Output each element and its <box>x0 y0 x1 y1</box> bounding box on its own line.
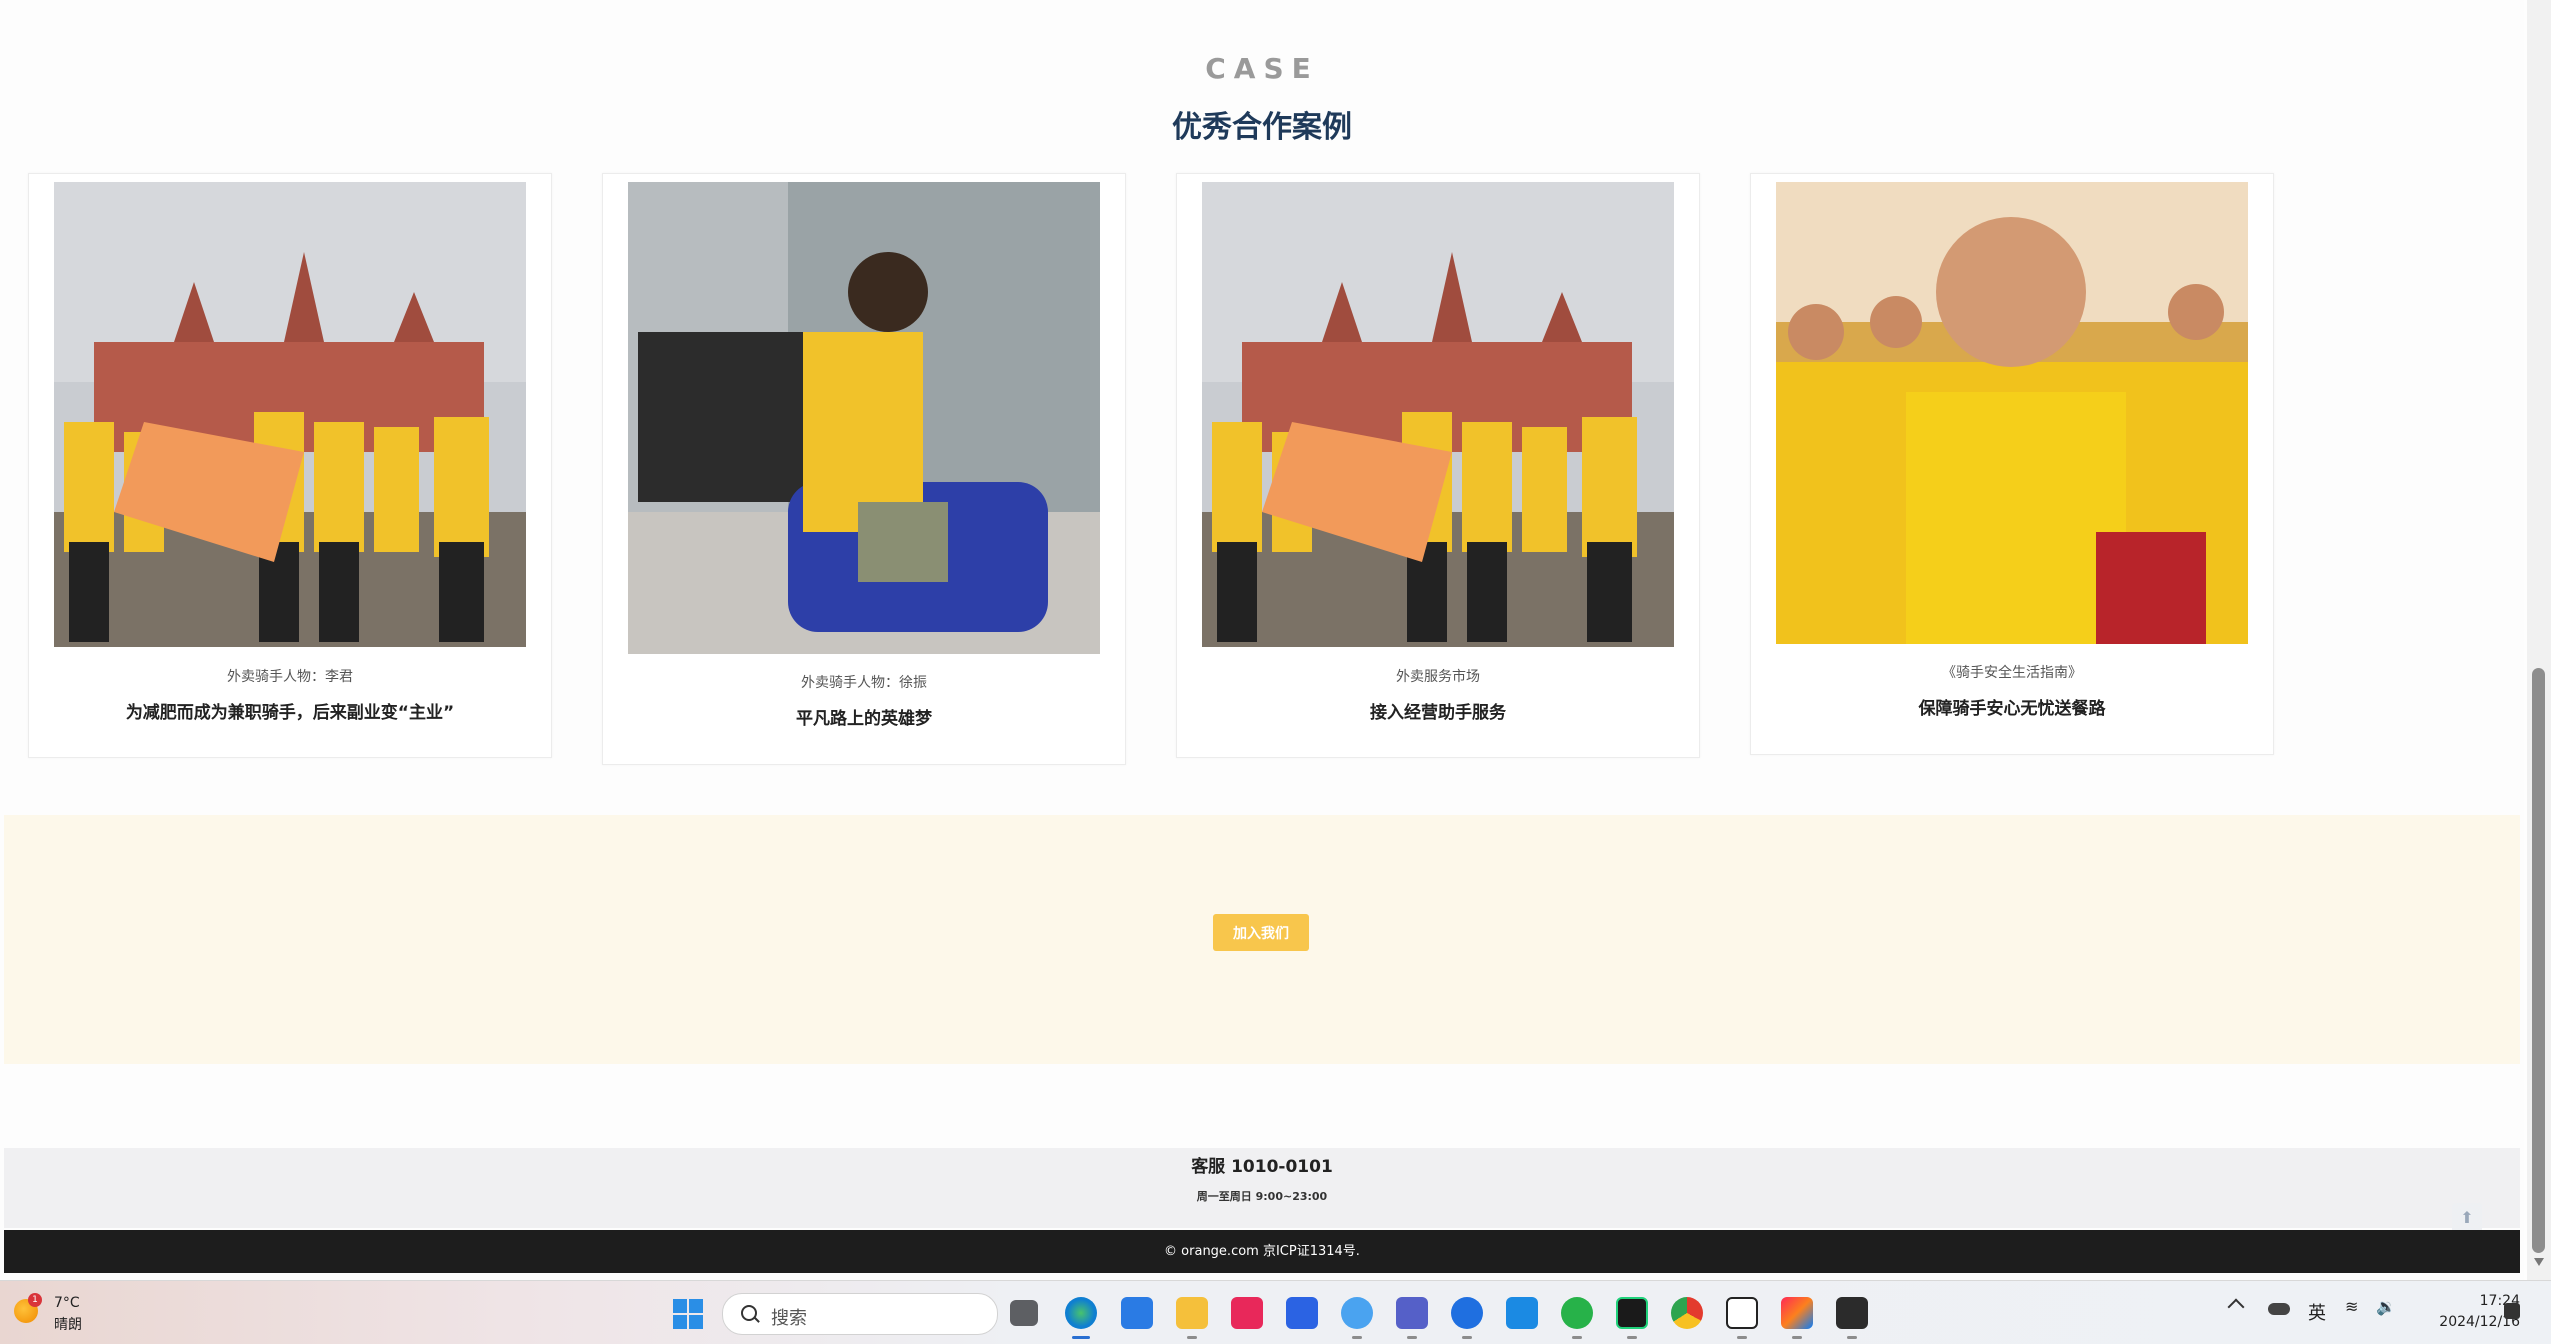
task-view-icon[interactable] <box>1010 1300 1038 1326</box>
notification-center-icon[interactable] <box>2504 1303 2520 1319</box>
typora-icon[interactable] <box>1726 1297 1758 1329</box>
edge-dev-icon[interactable] <box>1451 1297 1483 1329</box>
volume-icon[interactable]: 🔉 <box>2376 1297 2396 1316</box>
pycharm-running-indicator <box>1627 1336 1637 1339</box>
chrome-icon[interactable] <box>1671 1297 1703 1329</box>
case-card-1[interactable]: 外卖骑手人物：李君 为减肥而成为兼职骑手，后来副业变“主业” <box>28 173 552 758</box>
weather-temperature: 7°C <box>54 1295 80 1311</box>
netdisk-running-indicator <box>1352 1336 1362 1339</box>
feishu-icon[interactable] <box>1286 1297 1318 1329</box>
terminal-icon[interactable] <box>1836 1297 1868 1329</box>
explorer-running-indicator <box>1187 1336 1197 1339</box>
case-card-4[interactable]: 《骑手安全生活指南》 保障骑手安心无忧送餐路 <box>1750 173 2274 755</box>
service-phone: 客服 1010-0101 <box>1191 1157 1333 1177</box>
service-hours: 周一至周日 9:00~23:00 <box>1196 1190 1328 1203</box>
case-subtitle-2: 外卖骑手人物：徐振 <box>801 675 927 691</box>
store-icon[interactable] <box>1121 1297 1153 1329</box>
notification-badge: 1 <box>28 1293 42 1307</box>
weather-widget[interactable]: 1 7°C 晴朗 <box>14 1293 94 1333</box>
input-method-indicator[interactable]: 英 <box>2308 1299 2326 1325</box>
teams-icon[interactable] <box>1396 1297 1428 1329</box>
taskbar-search-box[interactable]: 搜索 <box>722 1293 998 1335</box>
edge-dev-running-indicator <box>1462 1336 1472 1339</box>
case-image-4[interactable] <box>1776 182 2248 644</box>
arrow-up-icon: ⬆ <box>2460 1208 2474 1227</box>
scrollbar-thumb[interactable] <box>2532 668 2545 1253</box>
onedrive-cloud-icon[interactable] <box>2268 1303 2290 1315</box>
start-button[interactable] <box>673 1299 703 1329</box>
weather-condition: 晴朗 <box>54 1317 82 1333</box>
teams-running-indicator <box>1407 1336 1417 1339</box>
back-to-top-button[interactable]: ⬆ <box>2452 1203 2482 1233</box>
case-card-2[interactable]: 外卖骑手人物：徐振 平凡路上的英雄梦 <box>602 173 1126 765</box>
search-placeholder: 搜索 <box>771 1308 807 1329</box>
case-card-3[interactable]: 外卖服务市场 接入经营助手服务 <box>1176 173 1700 758</box>
wifi-icon[interactable]: ≋ <box>2345 1297 2367 1319</box>
case-title-4[interactable]: 保障骑手安心无忧送餐路 <box>1751 694 2273 719</box>
chevron-up-icon[interactable] <box>2227 1298 2245 1316</box>
pycharm-icon[interactable] <box>1616 1297 1648 1329</box>
case-image-2[interactable] <box>628 182 1100 654</box>
wechat-running-indicator <box>1572 1336 1582 1339</box>
intellij-icon[interactable] <box>1781 1297 1813 1329</box>
typora-running-indicator <box>1737 1336 1747 1339</box>
footer: © orange.com 京ICP证1314号. <box>4 1230 2520 1273</box>
case-image-3[interactable] <box>1202 182 1674 647</box>
intellij-running-indicator <box>1792 1336 1802 1339</box>
section-eyebrow: CASE <box>1205 52 1319 85</box>
edge-icon[interactable] <box>1065 1297 1097 1329</box>
file-explorer-icon[interactable] <box>1176 1297 1208 1329</box>
case-subtitle-4: 《骑手安全生活指南》 <box>1942 665 2082 681</box>
case-subtitle-1: 外卖骑手人物：李君 <box>227 669 353 685</box>
baidu-netdisk-icon[interactable] <box>1341 1297 1373 1329</box>
case-image-1[interactable] <box>54 182 526 647</box>
wechat-icon[interactable] <box>1561 1297 1593 1329</box>
case-subtitle-3: 外卖服务市场 <box>1396 669 1480 685</box>
app-icon[interactable] <box>1231 1297 1263 1329</box>
scroll-down-arrow-icon[interactable] <box>2534 1258 2544 1266</box>
section-heading: 优秀合作案例 <box>1172 110 1352 145</box>
case-title-3[interactable]: 接入经营助手服务 <box>1177 698 1699 723</box>
edge-running-indicator <box>1072 1336 1090 1339</box>
page-scrollbar[interactable] <box>2527 0 2551 1280</box>
customer-service-bar: 客服 1010-0101 周一至周日 9:00~23:00 <box>4 1148 2520 1228</box>
case-title-2[interactable]: 平凡路上的英雄梦 <box>603 704 1125 729</box>
case-title-1[interactable]: 为减肥而成为兼职骑手，后来副业变“主业” <box>29 698 551 723</box>
web-page: CASE 优秀合作案例 外卖骑手人物：李君 为减肥而成为兼职骑手，后来副业变“主… <box>0 0 2524 1280</box>
windows-taskbar: 1 7°C 晴朗 搜索 英 ≋ 🔉 17:24 2024/12/16 <box>0 1280 2551 1344</box>
whiteboard-icon[interactable] <box>1506 1297 1538 1329</box>
join-us-button[interactable]: 加入我们 <box>1213 914 1309 951</box>
terminal-running-indicator <box>1847 1336 1857 1339</box>
search-icon <box>741 1305 757 1321</box>
